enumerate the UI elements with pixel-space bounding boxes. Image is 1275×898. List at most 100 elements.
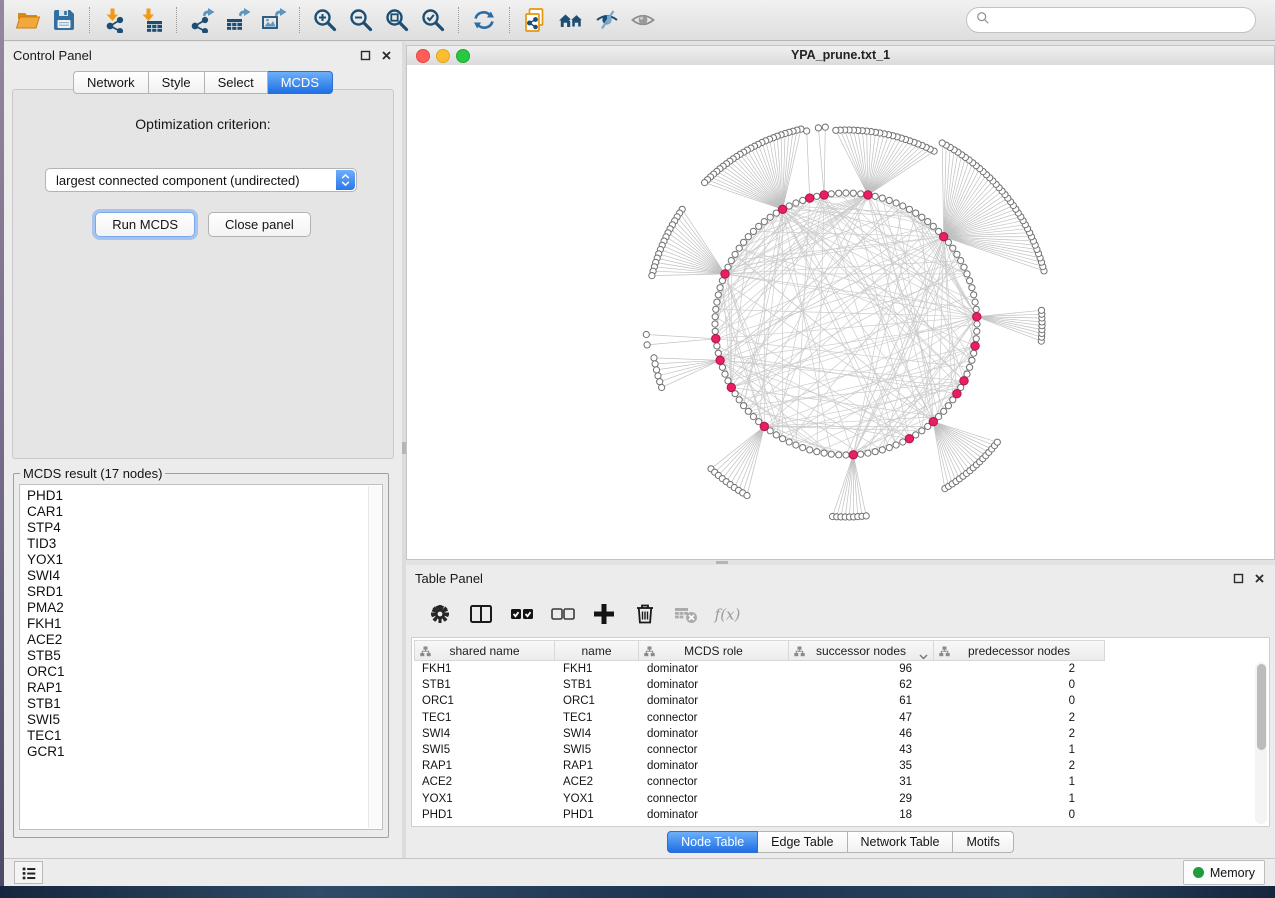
tab-style[interactable]: Style — [149, 71, 205, 94]
tab-select[interactable]: Select — [205, 71, 268, 94]
deselect-all-icon[interactable] — [548, 600, 578, 628]
cell-shared_name[interactable]: ORC1 — [414, 693, 555, 709]
tab-network-table[interactable]: Network Table — [848, 831, 954, 853]
cell-successor_nodes[interactable]: 62 — [789, 677, 920, 693]
memory-button[interactable]: Memory — [1183, 860, 1265, 885]
cell-predecessor_nodes[interactable]: 0 — [920, 693, 1083, 709]
cell-predecessor_nodes[interactable]: 2 — [920, 758, 1083, 774]
mcds-node-item[interactable]: ORC1 — [20, 664, 382, 680]
mcds-node-item[interactable]: SWI5 — [20, 712, 382, 728]
zoom-fit-icon[interactable] — [379, 3, 415, 37]
open-file-icon[interactable] — [10, 3, 46, 37]
mcds-node-item[interactable]: STB1 — [20, 696, 382, 712]
cell-shared_name[interactable]: RAP1 — [414, 758, 555, 774]
mcds-node-item[interactable]: FKH1 — [20, 616, 382, 632]
cell-shared_name[interactable]: SWI5 — [414, 742, 555, 758]
cell-mcds_role[interactable]: connector — [639, 791, 789, 807]
cell-predecessor_nodes[interactable]: 0 — [920, 807, 1083, 823]
cell-predecessor_nodes[interactable]: 1 — [920, 791, 1083, 807]
mcds-node-item[interactable]: SRD1 — [20, 584, 382, 600]
float-panel-icon[interactable] — [1231, 571, 1245, 585]
mcds-node-item[interactable]: GCR1 — [20, 744, 382, 760]
table-row[interactable]: ORC1ORC1dominator610 — [414, 693, 1253, 709]
table-row[interactable]: SWI4SWI4dominator462 — [414, 726, 1253, 742]
clone-network-icon[interactable] — [517, 3, 553, 37]
cell-successor_nodes[interactable]: 47 — [789, 710, 920, 726]
cell-mcds_role[interactable]: dominator — [639, 677, 789, 693]
cell-mcds_role[interactable]: dominator — [639, 661, 789, 677]
add-column-icon[interactable] — [589, 600, 619, 628]
mcds-node-item[interactable]: YOX1 — [20, 552, 382, 568]
delete-column-icon[interactable] — [630, 600, 660, 628]
cell-successor_nodes[interactable]: 31 — [789, 774, 920, 790]
cell-predecessor_nodes[interactable]: 2 — [920, 726, 1083, 742]
close-window-icon[interactable] — [416, 49, 430, 63]
zoom-selected-icon[interactable] — [415, 3, 451, 37]
column-header-predecessor_nodes[interactable]: predecessor nodes — [934, 640, 1105, 661]
export-image-icon[interactable] — [256, 3, 292, 37]
network-graph[interactable] — [407, 65, 1274, 559]
node-layer[interactable] — [643, 124, 1047, 520]
network-window-titlebar[interactable]: YPA_prune.txt_1 — [407, 46, 1274, 66]
cell-name[interactable]: SWI5 — [555, 742, 639, 758]
cell-name[interactable]: FKH1 — [555, 661, 639, 677]
bundle-home-icon[interactable] — [553, 3, 589, 37]
table-row[interactable]: TEC1TEC1connector472 — [414, 710, 1253, 726]
column-header-successor_nodes[interactable]: successor nodes — [789, 640, 934, 661]
cell-mcds_role[interactable]: dominator — [639, 758, 789, 774]
save-session-icon[interactable] — [46, 3, 82, 37]
cell-successor_nodes[interactable]: 43 — [789, 742, 920, 758]
criterion-select[interactable]: largest connected component (undirected) — [45, 168, 357, 192]
search-box[interactable] — [966, 7, 1256, 33]
mcds-node-item[interactable]: RAP1 — [20, 680, 382, 696]
cell-mcds_role[interactable]: dominator — [639, 807, 789, 823]
tab-edge-table[interactable]: Edge Table — [758, 831, 847, 853]
scrollbar-thumb[interactable] — [1257, 664, 1266, 750]
mcds-result-list[interactable]: PHD1CAR1STP4TID3YOX1SWI4SRD1PMA2FKH1ACE2… — [19, 484, 383, 830]
cell-successor_nodes[interactable]: 18 — [789, 807, 920, 823]
tab-network[interactable]: Network — [73, 71, 149, 94]
mcds-node-item[interactable]: PMA2 — [20, 600, 382, 616]
cell-predecessor_nodes[interactable]: 0 — [920, 677, 1083, 693]
refresh-icon[interactable] — [466, 3, 502, 37]
eye-slash-icon[interactable] — [589, 3, 625, 37]
mcds-node-item[interactable]: STP4 — [20, 520, 382, 536]
mcds-node-item[interactable]: TID3 — [20, 536, 382, 552]
zoom-out-icon[interactable] — [343, 3, 379, 37]
cell-name[interactable]: PHD1 — [555, 807, 639, 823]
select-stepper-icon[interactable] — [336, 170, 355, 190]
select-all-icon[interactable] — [507, 600, 537, 628]
table-row[interactable]: FKH1FKH1dominator962 — [414, 661, 1253, 677]
column-header-shared_name[interactable]: shared name — [414, 640, 555, 661]
cell-name[interactable]: ACE2 — [555, 774, 639, 790]
show-panels-button[interactable] — [14, 861, 43, 884]
cell-name[interactable]: STB1 — [555, 677, 639, 693]
run-mcds-button[interactable]: Run MCDS — [95, 212, 195, 237]
cell-name[interactable]: YOX1 — [555, 791, 639, 807]
cell-mcds_role[interactable]: connector — [639, 742, 789, 758]
table-row[interactable]: PHD1PHD1dominator180 — [414, 807, 1253, 823]
cell-shared_name[interactable]: PHD1 — [414, 807, 555, 823]
tab-node-table[interactable]: Node Table — [667, 831, 758, 853]
cell-successor_nodes[interactable]: 35 — [789, 758, 920, 774]
cell-predecessor_nodes[interactable]: 1 — [920, 742, 1083, 758]
table-row[interactable]: RAP1RAP1dominator352 — [414, 758, 1253, 774]
tab-motifs[interactable]: Motifs — [953, 831, 1013, 853]
cell-shared_name[interactable]: STB1 — [414, 677, 555, 693]
network-view[interactable] — [407, 65, 1274, 559]
list-scrollbar[interactable] — [368, 486, 381, 828]
cell-predecessor_nodes[interactable]: 2 — [920, 661, 1083, 677]
splitter-grip[interactable] — [716, 561, 728, 564]
search-input[interactable] — [996, 12, 1246, 28]
cell-successor_nodes[interactable]: 46 — [789, 726, 920, 742]
mcds-node-item[interactable]: SWI4 — [20, 568, 382, 584]
minimize-window-icon[interactable] — [436, 49, 450, 63]
cell-mcds_role[interactable]: connector — [639, 710, 789, 726]
maximize-window-icon[interactable] — [456, 49, 470, 63]
column-header-mcds_role[interactable]: MCDS role — [639, 640, 789, 661]
cell-mcds_role[interactable]: connector — [639, 774, 789, 790]
cell-shared_name[interactable]: FKH1 — [414, 661, 555, 677]
cell-shared_name[interactable]: ACE2 — [414, 774, 555, 790]
cell-predecessor_nodes[interactable]: 1 — [920, 774, 1083, 790]
column-header-name[interactable]: name — [555, 640, 639, 661]
